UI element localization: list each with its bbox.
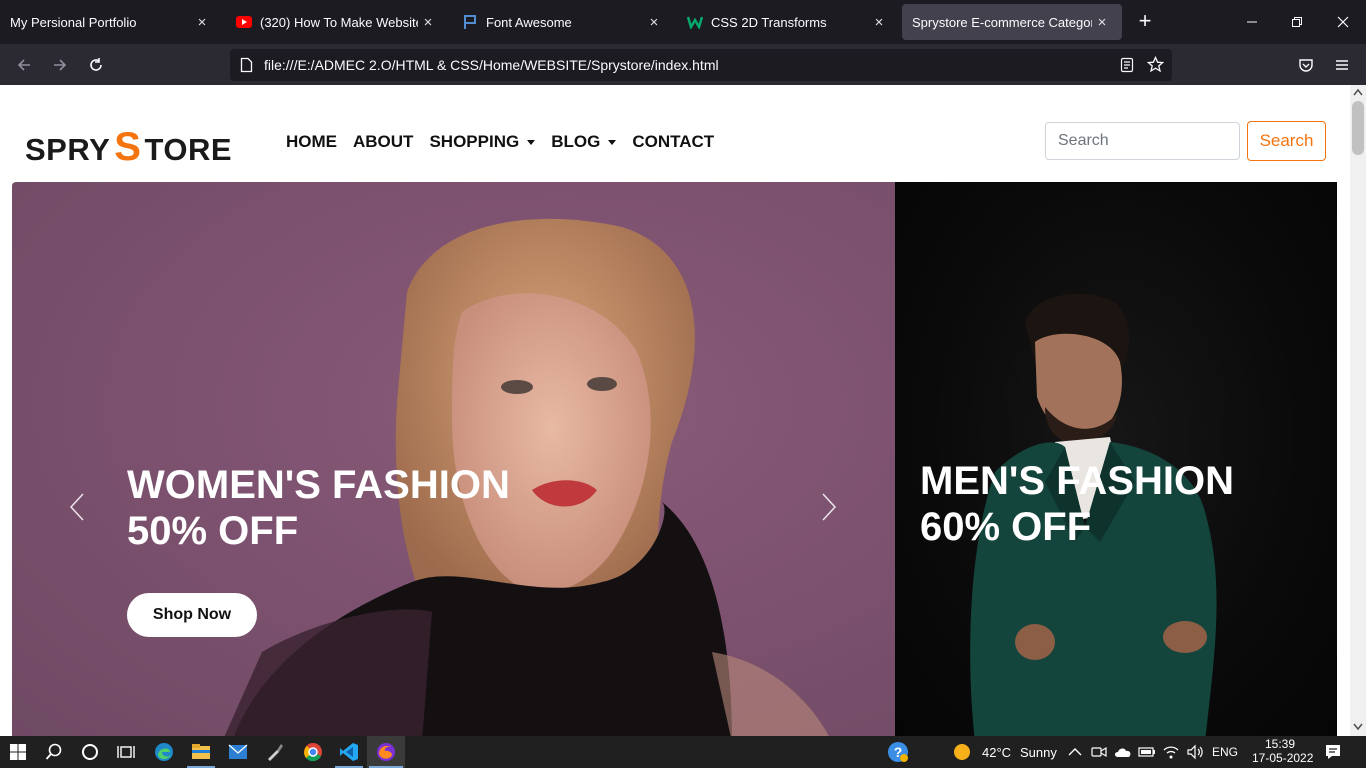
hero-women-banner[interactable]: WOMEN'S FASHION 50% OFF Shop Now [12, 182, 895, 736]
tab-strip: My Persional Portfolio × (320) How To Ma… [0, 0, 1366, 44]
caret-down-icon [608, 139, 617, 145]
menu-item-about[interactable]: ABOUT [353, 132, 413, 152]
help-badge-icon[interactable]: ? [886, 740, 910, 764]
shop-now-button[interactable]: Shop Now [127, 593, 257, 637]
language-indicator[interactable]: ENG [1212, 745, 1238, 759]
wifi-icon[interactable] [1159, 740, 1183, 764]
close-icon[interactable]: × [1092, 14, 1112, 31]
close-icon[interactable]: × [644, 14, 664, 31]
menu-item-blog[interactable]: BLOG [551, 132, 617, 152]
volume-icon[interactable] [1183, 740, 1207, 764]
close-icon[interactable]: × [192, 14, 212, 31]
cortana-icon[interactable] [78, 740, 102, 764]
hero-women-line2: 50% OFF [127, 509, 299, 553]
menu-label: SHOPPING [429, 132, 520, 151]
tab-title: My Persional Portfolio [10, 14, 137, 30]
carousel-prev-icon[interactable] [68, 492, 88, 522]
hero-men-banner[interactable]: MEN'S FASHION 60% OFF [895, 182, 1337, 736]
page-scrollbar[interactable] [1350, 85, 1366, 736]
tab-title: Font Awesome [486, 14, 572, 30]
search-button[interactable]: Search [1247, 121, 1326, 161]
windows-start-icon[interactable] [6, 740, 30, 764]
chrome-icon[interactable] [301, 740, 325, 764]
page-icon [240, 57, 253, 78]
menu-label: BLOG [551, 132, 601, 151]
forward-button[interactable] [47, 52, 73, 78]
caret-down-icon [527, 139, 536, 145]
hero-women-heading: WOMEN'S FASHION 50% OFF [127, 462, 510, 554]
scroll-down-icon[interactable] [1353, 723, 1363, 731]
firefox-icon [377, 743, 395, 761]
address-bar[interactable]: file:///E:/ADMEC 2.O/HTML & CSS/Home/WEB… [230, 49, 1172, 81]
tab-font-awesome[interactable]: Font Awesome × [452, 4, 674, 40]
woman-model-image [224, 218, 829, 736]
hero-men-line2: 60% OFF [920, 505, 1092, 549]
bookmark-star-icon[interactable] [1146, 55, 1165, 78]
clock-time: 15:39 [1264, 737, 1296, 751]
weather-temp[interactable]: 42°C [982, 745, 1011, 760]
search-icon[interactable] [42, 740, 66, 764]
logo-accent-letter: S [114, 125, 142, 169]
weather-text[interactable]: Sunny [1020, 745, 1057, 760]
reload-button[interactable] [83, 52, 109, 78]
main-menu: HOME ABOUT SHOPPING BLOG CONTACT [286, 132, 714, 152]
clock-date: 17-05-2022 [1252, 751, 1314, 765]
notification-icon[interactable] [1321, 740, 1345, 764]
file-explorer-icon[interactable] [189, 740, 213, 764]
mail-icon[interactable] [226, 740, 250, 764]
site-logo[interactable]: SPRY S TORE [25, 125, 232, 170]
scrollbar-thumb[interactable] [1352, 101, 1364, 155]
tab-title: (320) How To Make Website Wi [260, 14, 418, 30]
search-input[interactable] [1045, 122, 1240, 160]
clock[interactable]: 15:39 17-05-2022 [1252, 737, 1314, 765]
tab-portfolio[interactable]: My Persional Portfolio × [0, 4, 222, 40]
chevron-up-icon[interactable] [1063, 740, 1087, 764]
tab-sprystore[interactable]: Sprystore E-commerce Category bo × [902, 4, 1122, 40]
paint-brush-icon[interactable] [263, 740, 287, 764]
task-view-icon[interactable] [114, 740, 138, 764]
edge-icon[interactable] [152, 740, 176, 764]
tab-css-transforms[interactable]: CSS 2D Transforms × [677, 4, 899, 40]
hero-men-heading: MEN'S FASHION 60% OFF [920, 458, 1234, 550]
battery-icon[interactable] [1135, 740, 1159, 764]
reader-view-icon[interactable] [1120, 57, 1134, 78]
menu-label: ABOUT [353, 132, 414, 151]
page-viewport: SPRY S TORE HOME ABOUT SHOPPING BLOG CON… [0, 85, 1350, 736]
hero-men-line1: MEN'S FASHION [920, 459, 1234, 503]
navigation-toolbar: file:///E:/ADMEC 2.O/HTML & CSS/Home/WEB… [0, 44, 1366, 85]
w3schools-icon [687, 14, 703, 30]
youtube-icon [236, 14, 252, 30]
close-icon[interactable]: × [869, 14, 889, 31]
menu-item-shopping[interactable]: SHOPPING [429, 132, 536, 152]
scroll-up-icon[interactable] [1353, 88, 1363, 96]
pocket-icon[interactable] [1293, 52, 1319, 78]
new-tab-button[interactable]: + [1133, 10, 1157, 34]
menu-item-home[interactable]: HOME [286, 132, 337, 152]
menu-label: CONTACT [632, 132, 715, 151]
menu-item-contact[interactable]: CONTACT [632, 132, 714, 152]
weather-sun-icon[interactable] [950, 740, 974, 764]
firefox-taskbar-button[interactable] [367, 736, 405, 768]
flag-icon [462, 14, 478, 30]
onedrive-icon[interactable] [1111, 740, 1135, 764]
logo-text-part1: SPRY [25, 132, 111, 167]
tab-title: CSS 2D Transforms [711, 14, 827, 30]
hero-women-line1: WOMEN'S FASHION [127, 463, 510, 507]
menu-label: HOME [286, 132, 337, 151]
vscode-icon[interactable] [337, 740, 361, 764]
tab-title: Sprystore E-commerce Category bo [912, 14, 1092, 30]
windows-taskbar: ? 42°C Sunny ENG 15:39 17-05-2022 [0, 736, 1366, 768]
carousel-next-icon[interactable] [818, 492, 838, 522]
logo-text-part2: TORE [144, 132, 233, 167]
url-text: file:///E:/ADMEC 2.O/HTML & CSS/Home/WEB… [264, 57, 719, 73]
minimize-button[interactable] [1237, 10, 1267, 34]
meet-now-icon[interactable] [1087, 740, 1111, 764]
tab-youtube[interactable]: (320) How To Make Website Wi × [226, 4, 448, 40]
back-button[interactable] [11, 52, 37, 78]
app-menu-icon[interactable] [1329, 52, 1355, 78]
restore-button[interactable] [1282, 10, 1312, 34]
close-window-button[interactable] [1328, 10, 1358, 34]
close-icon[interactable]: × [418, 14, 438, 31]
